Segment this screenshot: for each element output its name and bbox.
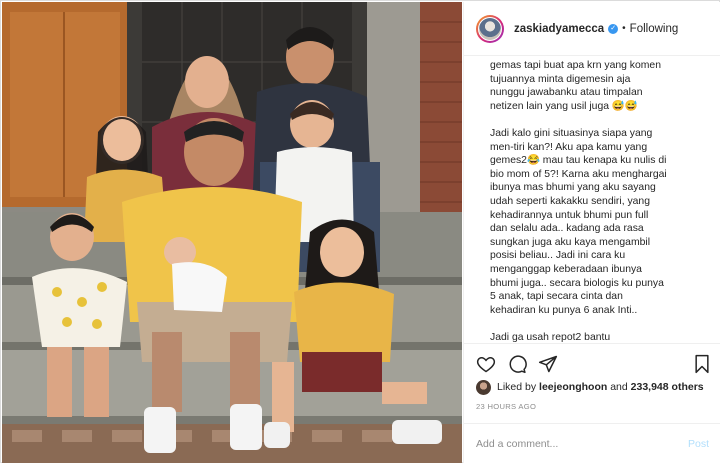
caption-paragraph: Jadi kalo gini situasinya siapa yang men…: [490, 127, 667, 316]
post-header: zaskiadyamecca ✓ • Following: [464, 2, 720, 56]
likes-conjunction: and: [610, 381, 628, 393]
post-side-panel: zaskiadyamecca ✓ • Following gemas tapi …: [463, 2, 720, 463]
share-icon: [538, 355, 558, 373]
share-button[interactable]: [536, 352, 560, 376]
instagram-post-window: zaskiadyamecca ✓ • Following gemas tapi …: [0, 0, 720, 463]
comment-icon: [509, 355, 527, 374]
caption-scroll-area[interactable]: gemas tapi buat apa krn yang komen tujua…: [464, 57, 720, 343]
post-photo[interactable]: [2, 2, 462, 463]
first-liker-link[interactable]: leejeonghoon: [539, 381, 607, 393]
heart-icon: [476, 356, 496, 373]
comment-box: Post: [464, 423, 720, 463]
likes-count-link[interactable]: 233,948 others: [631, 381, 704, 393]
comment-button[interactable]: [505, 352, 529, 376]
likes-summary: Liked by leejeonghoon and 233,948 others: [476, 378, 704, 396]
header-separator: •: [622, 23, 626, 34]
liker-avatar[interactable]: [476, 379, 491, 395]
caption-paragraph: gemas tapi buat apa krn yang komen tujua…: [490, 60, 661, 112]
username-link[interactable]: zaskiadyamecca: [514, 23, 604, 35]
verified-icon: ✓: [608, 23, 619, 34]
profile-avatar[interactable]: [476, 14, 504, 43]
like-button[interactable]: [474, 352, 498, 376]
bookmark-icon: [695, 354, 709, 374]
action-bar: [464, 343, 720, 381]
caption-paragraph: Jadi ga usah repot2 bantu: [490, 331, 611, 343]
following-button[interactable]: Following: [630, 23, 679, 35]
likes-prefix: Liked by: [497, 381, 537, 393]
save-button[interactable]: [690, 352, 714, 376]
comment-input[interactable]: [476, 437, 688, 450]
family-photo-image: [2, 2, 462, 463]
post-timestamp[interactable]: 23 HOURS AGO: [476, 402, 536, 411]
post-comment-button[interactable]: Post: [688, 438, 709, 450]
